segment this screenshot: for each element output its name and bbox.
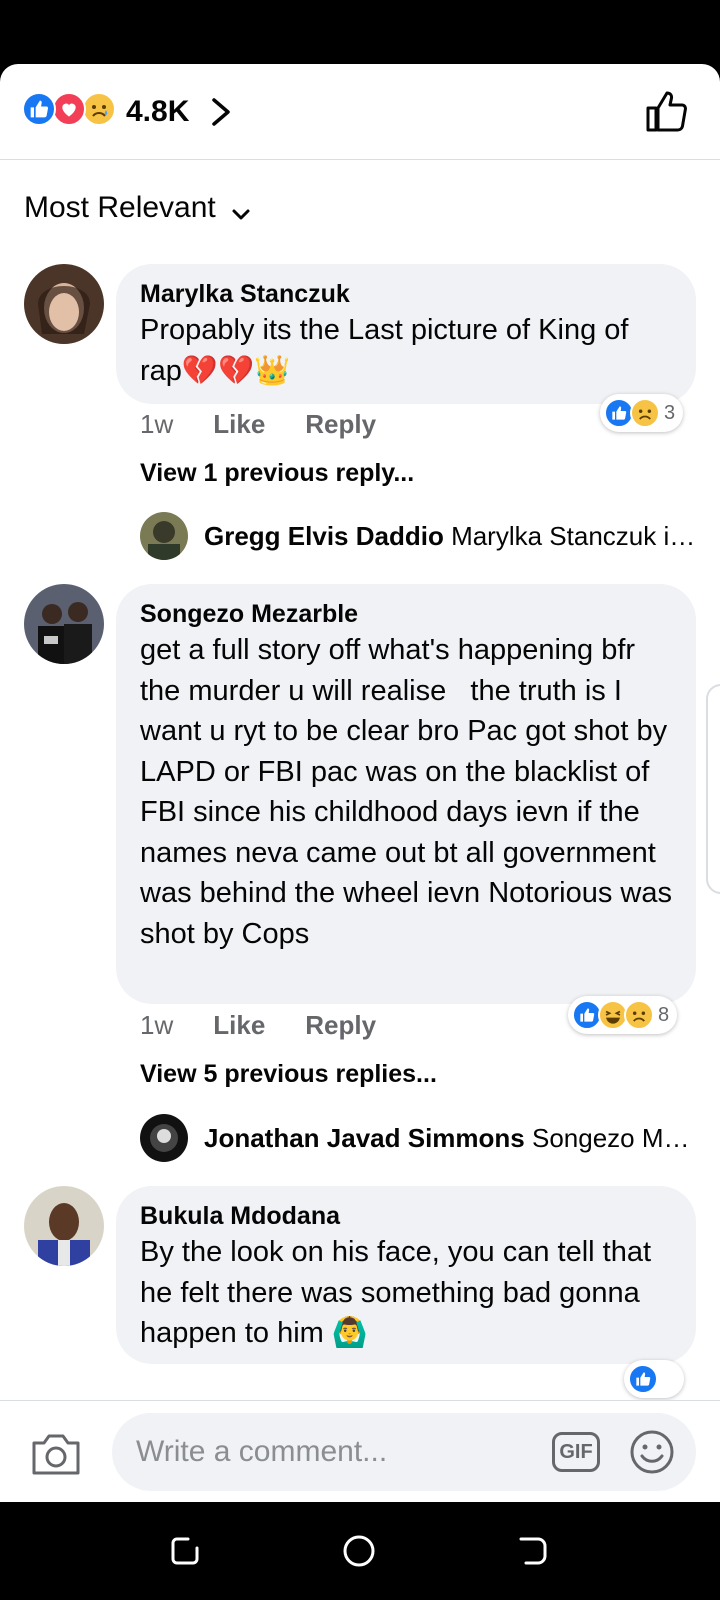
comment-input[interactable]: Write a comment... GIF xyxy=(112,1413,696,1491)
camera-icon[interactable] xyxy=(30,1431,82,1477)
comment-author[interactable]: Marylka Stanczuk xyxy=(140,278,672,310)
avatar xyxy=(140,1114,188,1162)
comment-text: Propably its the Last picture of King of… xyxy=(140,314,637,387)
reply-snippet: Marylka Stanczuk i… xyxy=(451,521,696,551)
like-button-icon[interactable] xyxy=(644,88,690,134)
comment-time: 1w xyxy=(140,409,174,439)
reaction-count: 4.8K xyxy=(126,95,190,128)
home-icon[interactable] xyxy=(342,1534,376,1568)
reaction-count: 8 xyxy=(658,1003,670,1026)
avatar[interactable] xyxy=(24,584,104,664)
gif-button[interactable]: GIF xyxy=(552,1432,600,1472)
side-handle[interactable] xyxy=(706,684,720,894)
status-bar xyxy=(0,0,720,64)
comment-composer: Write a comment... GIF xyxy=(0,1400,720,1502)
reply-preview[interactable]: Gregg Elvis Daddio Marylka Stanczuk i… xyxy=(140,512,700,560)
reply-preview[interactable]: Jonathan Javad Simmons Songezo M… xyxy=(140,1114,700,1162)
reply-link[interactable]: Reply xyxy=(305,407,376,441)
comment-time: 1w xyxy=(140,1010,174,1040)
comment-author[interactable]: Songezo Mezarble xyxy=(140,598,672,630)
comment-author[interactable]: Bukula Mdodana xyxy=(140,1200,672,1232)
reaction-icons xyxy=(22,92,122,128)
comment-text: By the look on his face, you can tell th… xyxy=(140,1236,660,1349)
reply-preview-text: Gregg Elvis Daddio Marylka Stanczuk i… xyxy=(204,519,700,553)
avatar[interactable] xyxy=(24,1186,104,1266)
chevron-down-icon xyxy=(230,197,252,220)
reply-link[interactable]: Reply xyxy=(305,1008,376,1042)
chevron-right-icon[interactable] xyxy=(206,92,236,132)
love-icon xyxy=(52,92,86,126)
comment-bubble[interactable]: Songezo Mezarble get a full story off wh… xyxy=(116,584,696,1004)
comment-text: get a full story off what's happening bf… xyxy=(140,634,681,950)
reply-author: Jonathan Javad Simmons xyxy=(204,1123,525,1153)
sort-label: Most Relevant xyxy=(24,191,216,224)
avatar[interactable] xyxy=(24,264,104,344)
reactions-header[interactable]: 4.8K xyxy=(0,64,720,160)
sad-icon xyxy=(82,92,116,126)
back-icon[interactable] xyxy=(516,1534,550,1568)
emoji-icon[interactable] xyxy=(628,1428,676,1476)
comment-actions: 1w Like Reply xyxy=(140,407,376,441)
like-link[interactable]: Like xyxy=(213,407,265,441)
like-icon xyxy=(22,92,56,126)
comment-input-placeholder: Write a comment... xyxy=(136,1435,388,1468)
sort-dropdown[interactable]: Most Relevant xyxy=(24,188,252,228)
like-icon xyxy=(628,1364,658,1394)
comment-reactions[interactable] xyxy=(624,1360,684,1398)
like-link[interactable]: Like xyxy=(213,1008,265,1042)
avatar xyxy=(140,512,188,560)
view-previous-replies[interactable]: View 1 previous reply... xyxy=(140,456,414,490)
comment-reactions[interactable]: 8 xyxy=(568,996,678,1034)
view-previous-replies[interactable]: View 5 previous replies... xyxy=(140,1057,437,1091)
navigation-bar xyxy=(0,1502,720,1600)
comment-actions: 1w Like Reply xyxy=(140,1008,376,1042)
recents-icon[interactable] xyxy=(168,1534,202,1568)
reply-author: Gregg Elvis Daddio xyxy=(204,521,444,551)
reaction-count: 3 xyxy=(664,401,676,424)
sad-icon xyxy=(624,1000,654,1030)
comments-sheet: 4.8K Most Relevant Marylka Stanczuk Prop… xyxy=(0,64,720,1502)
reply-snippet: Songezo M… xyxy=(532,1123,690,1153)
comment-bubble[interactable]: Bukula Mdodana By the look on his face, … xyxy=(116,1186,696,1364)
sad-icon xyxy=(630,398,660,428)
comment-bubble[interactable]: Marylka Stanczuk Propably its the Last p… xyxy=(116,264,696,404)
reply-preview-text: Jonathan Javad Simmons Songezo M… xyxy=(204,1121,700,1155)
comment-reactions[interactable]: 3 xyxy=(600,394,684,432)
